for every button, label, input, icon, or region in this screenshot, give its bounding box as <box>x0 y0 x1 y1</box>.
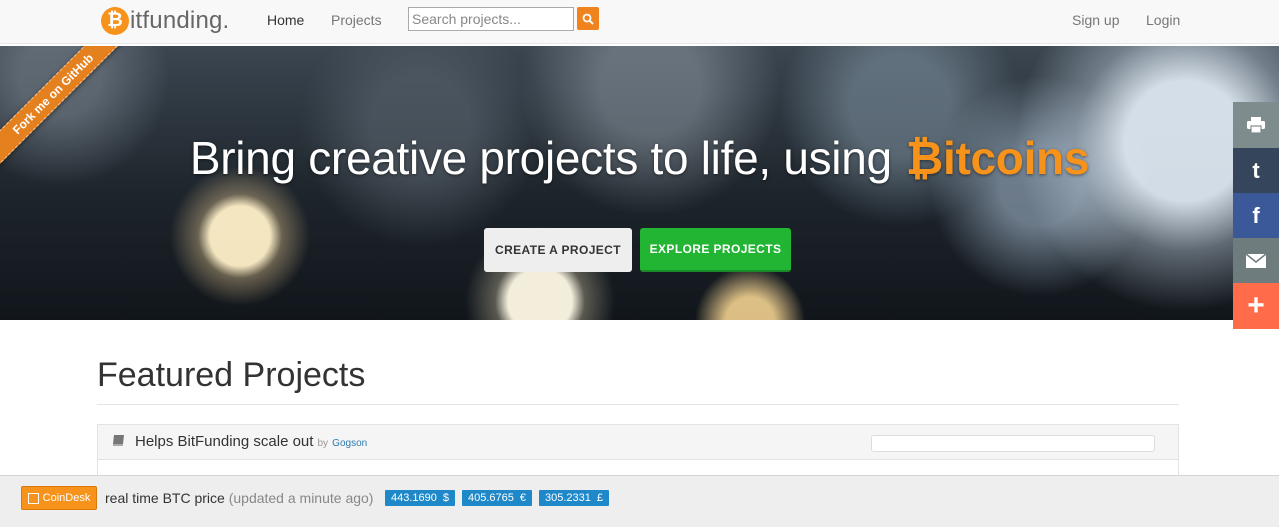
explore-projects-button[interactable]: EXPLORE PROJECTS <box>640 228 791 272</box>
project-author-link[interactable]: Gogson <box>332 438 367 449</box>
btc-price-ticker: CoinDesk real time BTC price (updated a … <box>0 475 1279 527</box>
print-icon <box>1247 117 1265 134</box>
price-usd-value: 443.1690 <box>391 492 437 504</box>
brand-text: itfunding. <box>130 7 230 34</box>
search-input[interactable] <box>408 7 574 31</box>
hero-title-text: Bring creative projects to life, using <box>189 132 892 184</box>
tumblr-icon: t <box>1252 158 1260 183</box>
price-eur-value: 405.6765 <box>468 492 514 504</box>
login-link[interactable]: Login <box>1146 12 1180 28</box>
price-usd-badge: 443.1690 $ <box>385 490 456 506</box>
nav-home-link[interactable]: Home <box>267 12 304 28</box>
top-navbar: ₿ itfunding. Home Projects Sign up Login <box>0 0 1279 44</box>
book-icon <box>113 435 124 446</box>
hero-title: Bring creative projects to life, using ₿i… <box>0 131 1279 185</box>
price-eur-badge: 405.6765 € <box>462 490 533 506</box>
pound-icon: £ <box>596 492 604 504</box>
facebook-icon: f <box>1252 203 1260 228</box>
coindesk-icon <box>27 492 39 504</box>
brand-logo-link[interactable]: ₿ itfunding. <box>101 5 229 37</box>
hero-title-accent: ₿itcoins <box>905 132 1090 184</box>
signup-link[interactable]: Sign up <box>1072 12 1119 28</box>
github-ribbon-container: Fork me on GitHub <box>0 46 150 196</box>
project-title[interactable]: Helps BitFunding scale out by Gogson <box>135 433 367 450</box>
coindesk-label: CoinDesk <box>42 492 91 504</box>
updated-time-text: (updated a minute ago) <box>228 490 374 506</box>
create-project-button[interactable]: CREATE A PROJECT <box>484 228 632 272</box>
fork-on-github-ribbon[interactable]: Fork me on GitHub <box>0 46 136 177</box>
project-card-header: Helps BitFunding scale out by Gogson <box>98 425 1178 460</box>
featured-projects-heading: Featured Projects <box>97 356 366 394</box>
realtime-price-text: real time BTC price <box>105 490 225 506</box>
share-print-button[interactable] <box>1233 102 1279 148</box>
coindesk-badge[interactable]: CoinDesk <box>21 486 97 510</box>
realtime-price-label: real time BTC price (updated a minute ag… <box>105 490 373 506</box>
dollar-icon: $ <box>442 492 450 504</box>
share-email-button[interactable] <box>1233 238 1279 284</box>
plus-icon: + <box>1247 289 1265 322</box>
euro-icon: € <box>519 492 527 504</box>
divider <box>97 404 1179 405</box>
price-gbp-value: 305.2331 <box>545 492 591 504</box>
email-icon <box>1246 254 1266 268</box>
project-name: Helps BitFunding scale out <box>135 433 314 450</box>
search-button[interactable] <box>577 7 599 30</box>
nav-projects-link[interactable]: Projects <box>331 12 382 28</box>
share-more-button[interactable]: + <box>1233 283 1279 329</box>
project-by-label: by <box>317 438 328 449</box>
share-tumblr-button[interactable]: t <box>1233 148 1279 194</box>
search-icon <box>582 13 594 25</box>
bitcoin-logo-icon: ₿ <box>101 7 129 35</box>
price-gbp-badge: 305.2331 £ <box>539 490 610 506</box>
share-facebook-button[interactable]: f <box>1233 193 1279 239</box>
funding-progress-bar <box>871 435 1155 452</box>
hero-banner: Bring creative projects to life, using ₿i… <box>0 46 1279 320</box>
